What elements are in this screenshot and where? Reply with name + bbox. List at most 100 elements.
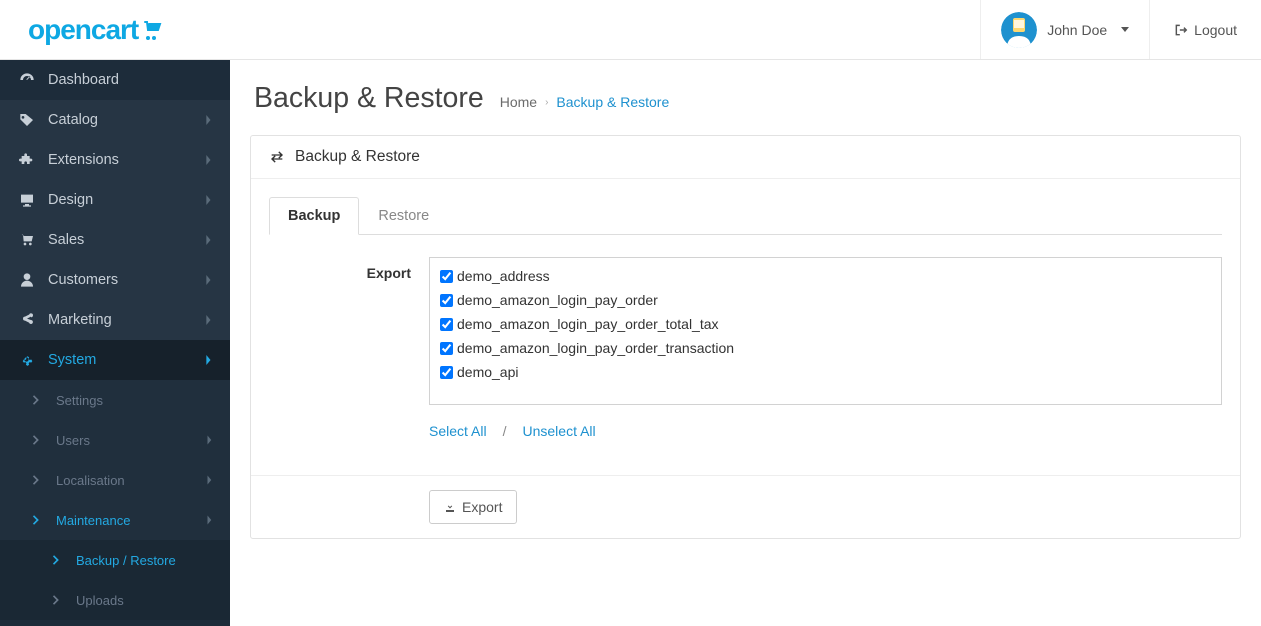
chevron-right-icon [32, 475, 46, 485]
top-header: opencart John Doe Logout [0, 0, 1261, 60]
table-name-label[interactable]: demo_amazon_login_pay_order_total_tax [457, 316, 719, 332]
panel-title: Backup & Restore [295, 148, 420, 166]
sidebar-item-label: Sales [48, 232, 204, 248]
chevron-right-icon [204, 195, 212, 205]
cart-icon [18, 232, 36, 248]
table-checkbox[interactable] [440, 342, 453, 355]
tab-restore[interactable]: Restore [359, 197, 448, 235]
chevron-right-icon [204, 115, 212, 125]
logout-button[interactable]: Logout [1149, 0, 1261, 59]
sidebar-subitem-label: Maintenance [56, 513, 206, 528]
table-row: demo_address [440, 264, 1211, 288]
panel-heading: Backup & Restore [251, 136, 1240, 179]
breadcrumb: Home › Backup & Restore [500, 94, 670, 110]
table-name-label[interactable]: demo_amazon_login_pay_order_transaction [457, 340, 734, 356]
chevron-right-icon [206, 515, 212, 525]
table-checkbox[interactable] [440, 318, 453, 331]
table-name-label[interactable]: demo_amazon_login_pay_order [457, 292, 658, 308]
download-icon [444, 501, 456, 513]
table-row: demo_amazon_login_pay_order_total_tax [440, 312, 1211, 336]
export-button[interactable]: Export [429, 490, 517, 524]
tabs: Backup Restore [269, 197, 1222, 235]
tag-icon [18, 112, 36, 128]
chevron-right-icon [52, 555, 66, 565]
export-label: Export [269, 257, 429, 281]
sidebar-subitem-label: Users [56, 433, 206, 448]
chevron-right-icon [204, 355, 212, 365]
chevron-right-icon [52, 595, 66, 605]
table-checkbox[interactable] [440, 366, 453, 379]
sidebar-item-design[interactable]: Design [0, 180, 230, 220]
user-icon [18, 272, 36, 288]
logout-label: Logout [1194, 22, 1237, 38]
avatar-icon [1001, 12, 1037, 48]
backup-panel: Backup & Restore Backup Restore Export d… [250, 135, 1241, 539]
table-checkbox[interactable] [440, 294, 453, 307]
table-name-label[interactable]: demo_address [457, 268, 550, 284]
brand-logo[interactable]: opencart [0, 14, 230, 46]
sidebar-subitem-label: Settings [56, 393, 212, 408]
sidebar-subitem-maintenance[interactable]: Maintenance [0, 500, 230, 540]
chevron-right-icon [204, 315, 212, 325]
tab-backup[interactable]: Backup [269, 197, 359, 235]
sidebar-subitem-localisation[interactable]: Localisation [0, 460, 230, 500]
sidebar-subsubitem-label: Backup / Restore [76, 553, 176, 568]
puzzle-icon [18, 152, 36, 168]
export-button-label: Export [462, 499, 502, 515]
table-row: demo_api [440, 360, 1211, 384]
page-title: Backup & Restore [254, 82, 484, 115]
sidebar-item-marketing[interactable]: Marketing [0, 300, 230, 340]
chevron-right-icon [32, 395, 46, 405]
unselect-all-link[interactable]: Unselect All [522, 423, 595, 439]
sidebar-item-label: Extensions [48, 152, 204, 168]
breadcrumb-separator: › [545, 97, 548, 108]
sidebar-subitem-label: Localisation [56, 473, 206, 488]
sidebar-item-label: Catalog [48, 112, 204, 128]
export-tables-list[interactable]: demo_address demo_amazon_login_pay_orderd… [429, 257, 1222, 405]
transfer-icon [269, 149, 285, 165]
chevron-right-icon [206, 475, 212, 485]
sidebar-item-label: Design [48, 192, 204, 208]
sidebar-item-catalog[interactable]: Catalog [0, 100, 230, 140]
sidebar-subsubitem-backup[interactable]: Backup / Restore [0, 540, 230, 580]
sidebar-item-customers[interactable]: Customers [0, 260, 230, 300]
chevron-right-icon [32, 515, 46, 525]
sidebar-item-extensions[interactable]: Extensions [0, 140, 230, 180]
sidebar-item-label: Dashboard [48, 72, 212, 88]
share-icon [18, 312, 36, 328]
sidebar-item-label: Marketing [48, 312, 204, 328]
desktop-icon [18, 192, 36, 208]
sidebar-subitem-users[interactable]: Users [0, 420, 230, 460]
breadcrumb-home[interactable]: Home [500, 94, 537, 110]
sidebar-item-dashboard[interactable]: Dashboard [0, 60, 230, 100]
chevron-right-icon [204, 155, 212, 165]
caret-down-icon [1121, 27, 1129, 32]
table-row: demo_amazon_login_pay_order_transaction [440, 336, 1211, 360]
sidebar-subsubitem-uploads[interactable]: Uploads [0, 580, 230, 620]
brand-name: opencart [28, 14, 138, 46]
page-header: Backup & Restore Home › Backup & Restore [230, 60, 1261, 135]
cog-icon [18, 352, 36, 368]
sidebar-item-sales[interactable]: Sales [0, 220, 230, 260]
table-name-label[interactable]: demo_api [457, 364, 519, 380]
breadcrumb-current[interactable]: Backup & Restore [556, 94, 669, 110]
chevron-right-icon [204, 235, 212, 245]
sidebar-item-label: Customers [48, 272, 204, 288]
sidebar-subitem-settings[interactable]: Settings [0, 380, 230, 420]
header-right: John Doe Logout [980, 0, 1261, 59]
chevron-right-icon [206, 435, 212, 445]
user-menu[interactable]: John Doe [980, 0, 1149, 59]
divider: / [503, 423, 507, 439]
logout-icon [1174, 23, 1188, 37]
table-row: demo_amazon_login_pay_order [440, 288, 1211, 312]
dashboard-icon [18, 72, 36, 88]
chevron-right-icon [204, 275, 212, 285]
select-all-link[interactable]: Select All [429, 423, 487, 439]
table-checkbox[interactable] [440, 270, 453, 283]
chevron-right-icon [32, 435, 46, 445]
sidebar-subsubitem-label: Uploads [76, 593, 124, 608]
sidebar-item-system[interactable]: System [0, 340, 230, 380]
user-name-label: John Doe [1047, 22, 1107, 38]
main-content: Backup & Restore Home › Backup & Restore… [230, 60, 1261, 626]
sidebar-nav: Dashboard Catalog Extensions Design Sales Cus… [0, 60, 230, 626]
